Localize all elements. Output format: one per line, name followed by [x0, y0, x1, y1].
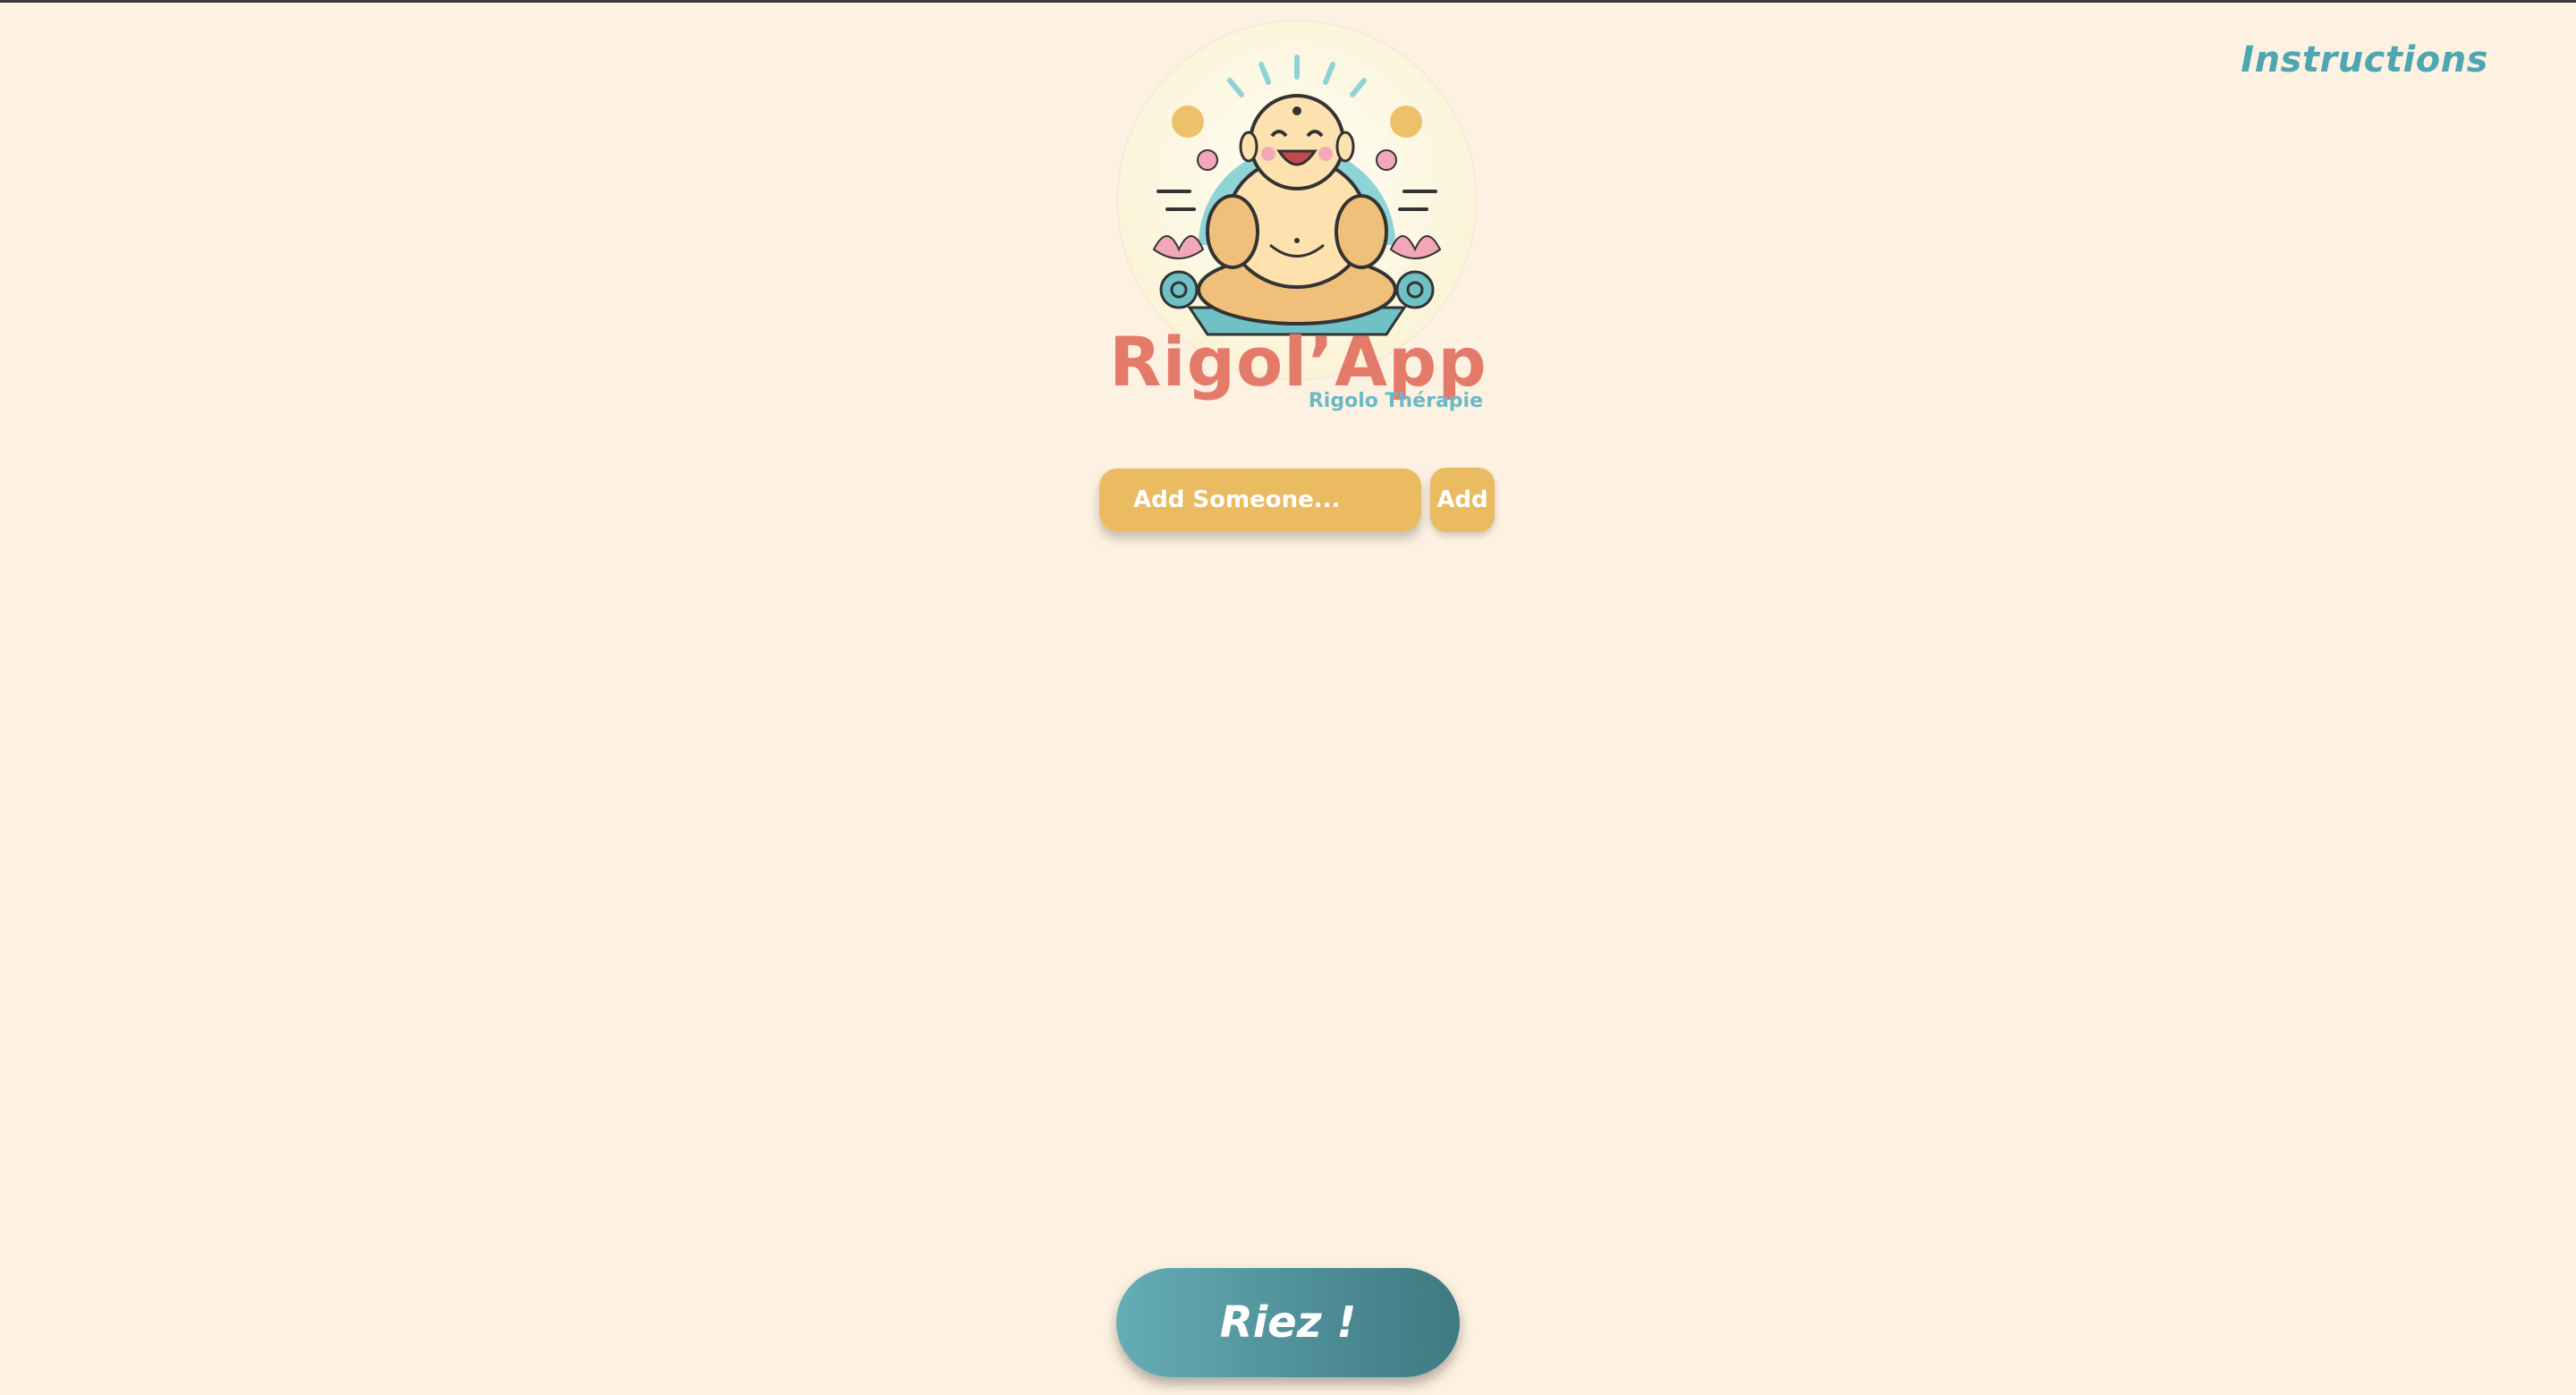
app-subtitle: Rigolo Thérapie [1308, 390, 1483, 412]
add-person-form: Add [1099, 468, 1495, 532]
add-button[interactable]: Add [1430, 468, 1495, 532]
instructions-link[interactable]: Instructions [2241, 39, 2488, 80]
app-logo: Rigol’App Rigolo Thérapie [1109, 18, 1487, 429]
add-someone-input[interactable] [1099, 469, 1421, 531]
window-top-border [0, 0, 2576, 3]
riez-button[interactable]: Riez ! [1116, 1268, 1460, 1377]
